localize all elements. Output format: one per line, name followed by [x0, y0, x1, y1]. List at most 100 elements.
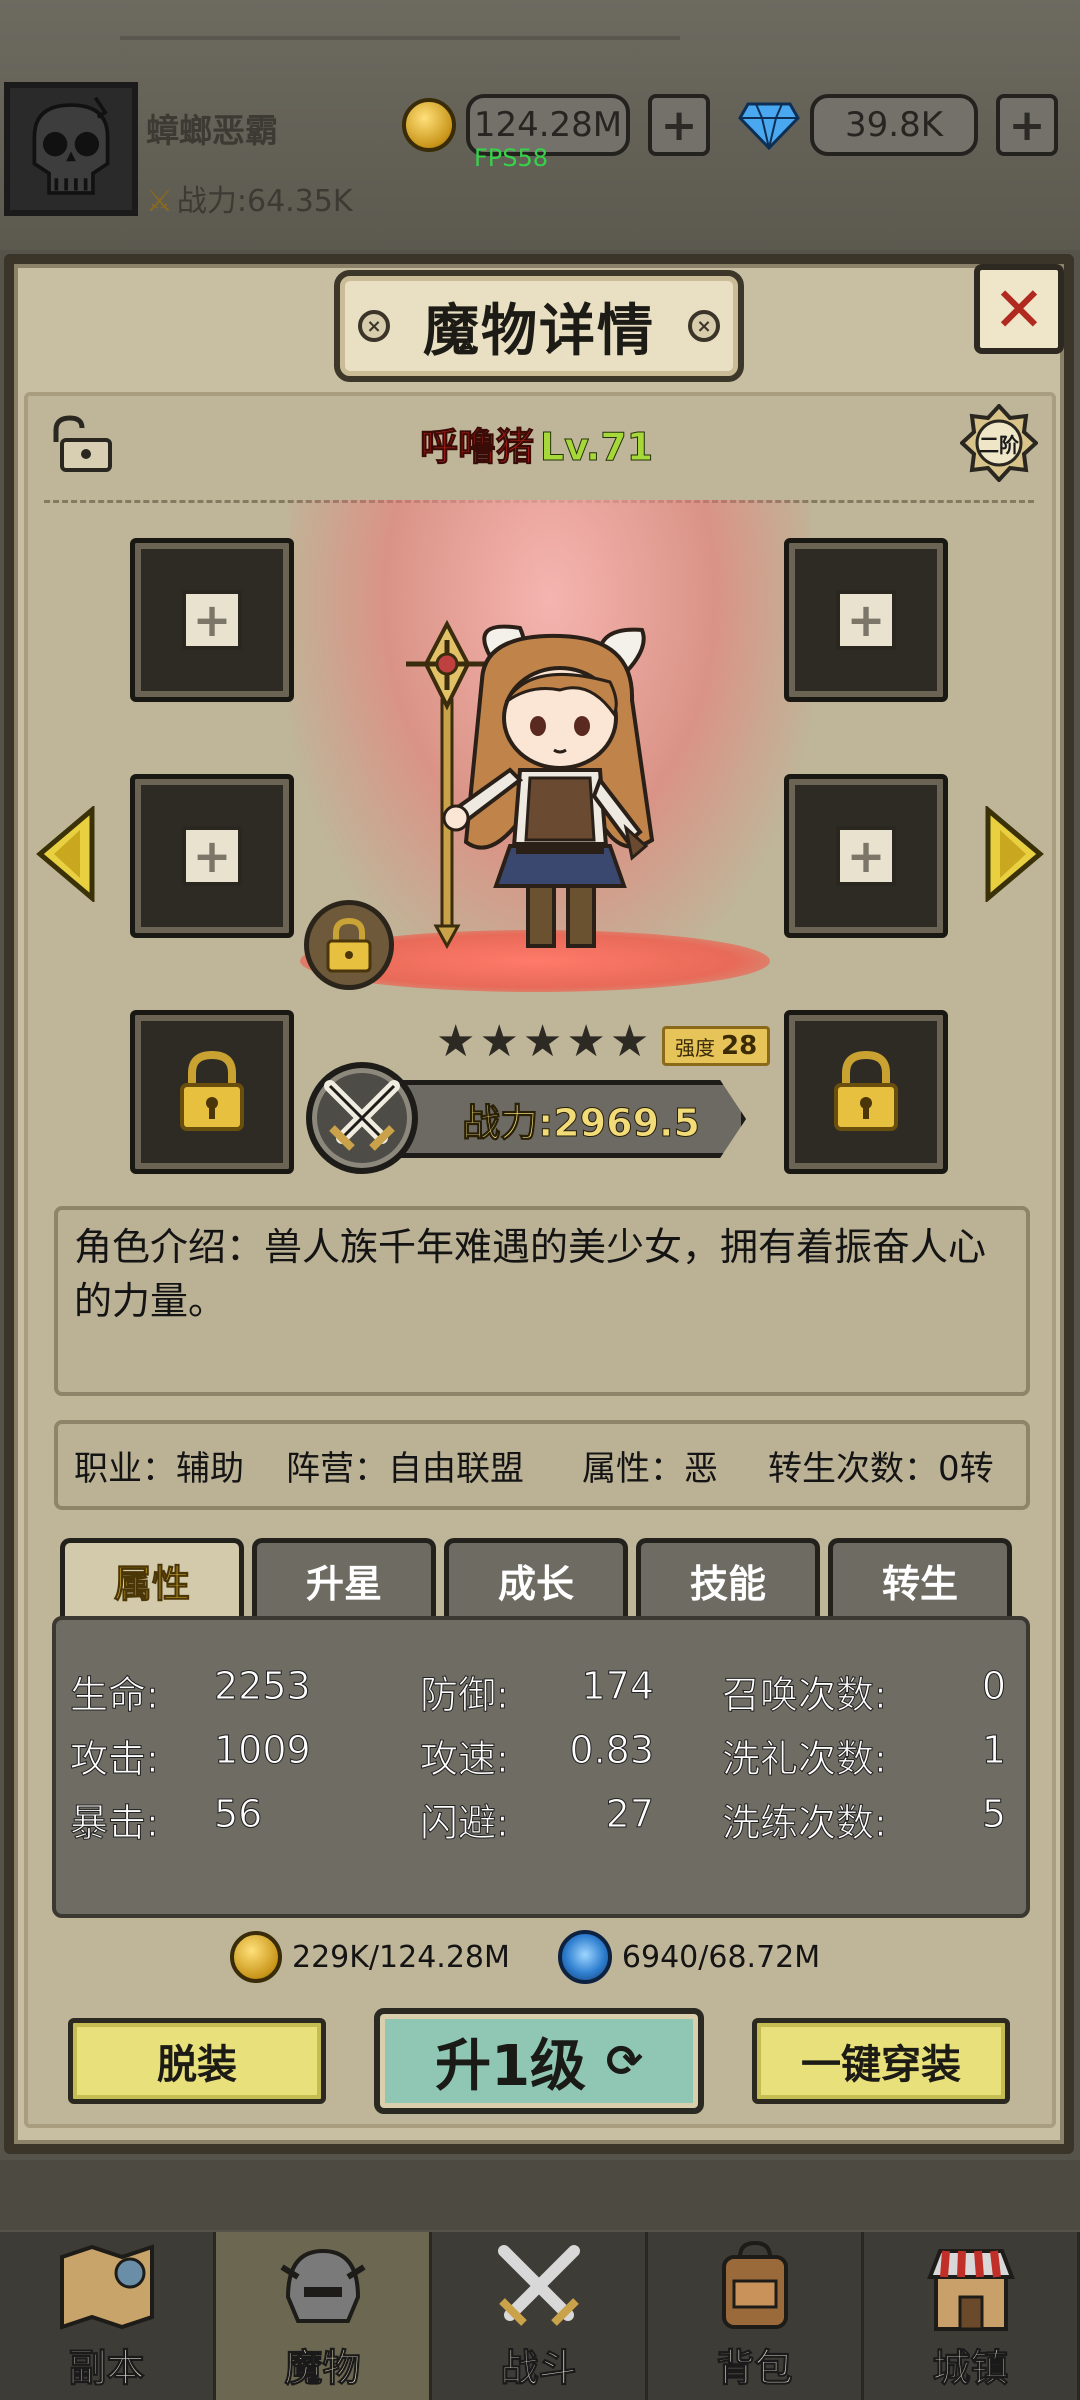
nav-dungeon[interactable]: 副本 — [0, 2232, 216, 2400]
equip-slot-locked-1[interactable] — [130, 1010, 294, 1174]
player-name: 蟑螂恶霸 — [146, 111, 278, 150]
diamond-icon — [738, 102, 800, 150]
player-power-text: 战力:64.35K — [176, 184, 353, 219]
equip-slot-locked-2[interactable] — [784, 1010, 948, 1174]
tier-badge: 二阶 — [960, 404, 1038, 482]
tab-rebirth[interactable]: 转生 — [828, 1538, 1012, 1618]
stat-crit-label: 暴击: — [70, 1801, 160, 1846]
player-avatar[interactable] — [4, 82, 138, 216]
bottom-navigation: 副本 魔物 战斗 背包 城镇 — [0, 2232, 1080, 2400]
stat-summon-label: 召唤次数: — [722, 1673, 888, 1718]
tab-attributes[interactable]: 属性 — [60, 1538, 244, 1618]
gold-coin-icon — [402, 98, 456, 152]
stat-hp-label: 生命: — [70, 1673, 160, 1718]
monster-level: Lv.71 — [540, 425, 654, 470]
stat-baptism-label: 洗礼次数: — [722, 1737, 888, 1782]
star-icon: ★ — [479, 1016, 519, 1067]
equip-slot-1[interactable]: + — [130, 538, 294, 702]
info-job: 职业：辅助 — [74, 1448, 244, 1489]
exp-orb-icon — [557, 1930, 612, 1984]
star-icon: ★ — [609, 1016, 650, 1067]
helmet-icon — [279, 2248, 366, 2323]
detail-tabs: 属性 升星 成长 技能 转生 — [60, 1538, 1012, 1618]
plus-icon: + — [836, 590, 896, 650]
nav-label: 战斗 — [500, 2346, 577, 2391]
exp-cost: 6940/68.72M — [621, 1939, 821, 1975]
stat-atk-value: 1009 — [214, 1728, 312, 1773]
crossed-swords-icon — [497, 2245, 580, 2326]
shop-icon — [926, 2249, 1015, 2331]
crossed-swords-icon — [324, 1080, 400, 1151]
upgrade-cost-row: 229K/124.28M 6940/68.72M — [230, 1930, 820, 1984]
strength-label: 强度 — [675, 1035, 715, 1060]
character-description: 角色介绍：兽人族千年难遇的美少女，拥有着振奋人心的力量。 — [54, 1206, 1030, 1396]
nav-label: 背包 — [716, 2346, 793, 2391]
monster-name-level: 呼噜猪 Lv.71 — [419, 416, 654, 471]
character-info-row: 职业：辅助 阵营：自由联盟 属性：恶 转生次数：0转 — [54, 1420, 1030, 1510]
stat-dodge-value: 27 — [605, 1792, 654, 1837]
nav-label: 城镇 — [932, 2346, 1009, 2391]
close-icon: ✕ — [993, 272, 1045, 346]
gold-coin-icon — [230, 1931, 282, 1983]
nav-town[interactable]: 城镇 — [864, 2232, 1080, 2400]
crossed-swords-badge — [306, 1062, 418, 1174]
strength-value: 28 — [721, 1031, 758, 1061]
crossed-swords-icon: ⚔ — [146, 184, 173, 219]
upgrade-level-button[interactable]: 升1级 ⟳ — [374, 2008, 704, 2114]
attribute-stats-panel: 生命: 2253 攻击: 1009 暴击: 56 防御: 174 攻速: 0.8… — [52, 1616, 1030, 1918]
close-button[interactable]: ✕ — [974, 264, 1064, 354]
unlock-icon[interactable] — [48, 414, 114, 474]
nav-bag[interactable]: 背包 — [648, 2232, 864, 2400]
diamond-amount: 39.8K — [810, 94, 978, 156]
monster-portrait — [406, 619, 655, 950]
refresh-icon: ⟳ — [606, 2035, 643, 2087]
stat-refine-label: 洗练次数: — [722, 1801, 888, 1846]
bolt-icon: × — [688, 310, 720, 342]
tab-star-up[interactable]: 升星 — [252, 1538, 436, 1618]
stat-baptism-value: 1 — [981, 1728, 1006, 1773]
portrait-lock-button[interactable] — [304, 900, 394, 990]
dialog-title: 魔物详情 — [423, 298, 655, 364]
map-icon — [59, 2244, 154, 2330]
stat-def-value: 174 — [581, 1664, 655, 1709]
monster-name: 呼噜猪 — [419, 425, 535, 470]
padlock-icon — [326, 917, 372, 973]
equip-slot-3[interactable]: + — [130, 774, 294, 938]
info-camp: 阵营：自由联盟 — [286, 1448, 524, 1489]
tab-skills[interactable]: 技能 — [636, 1538, 820, 1618]
stat-summon-value: 0 — [981, 1664, 1006, 1709]
combat-power-bar: 战力:2969.5 — [376, 1080, 746, 1158]
prev-monster-arrow[interactable] — [36, 806, 96, 902]
nav-monster[interactable]: 魔物 — [216, 2232, 432, 2400]
fps-counter: FPS58 — [474, 144, 549, 172]
stat-refine-value: 5 — [981, 1792, 1006, 1837]
nav-label: 副本 — [68, 2346, 145, 2391]
skull-icon — [10, 88, 132, 210]
next-monster-arrow[interactable] — [984, 806, 1044, 902]
star-icon: ★ — [566, 1016, 606, 1067]
nav-battle[interactable]: 战斗 — [432, 2232, 648, 2400]
add-gold-button[interactable]: + — [648, 94, 710, 156]
add-diamond-button[interactable]: + — [996, 94, 1058, 156]
bolt-icon: × — [358, 310, 390, 342]
gold-cost: 229K/124.28M — [292, 1939, 510, 1975]
star-icon: ★ — [436, 1016, 476, 1067]
stat-def-label: 防御: — [420, 1673, 510, 1718]
dialog-title-plate: × 魔物详情 × — [334, 270, 744, 382]
padlock-icon — [180, 1051, 244, 1131]
backpack-icon — [721, 2240, 788, 2329]
stat-atk-label: 攻击: — [70, 1737, 160, 1782]
plus-icon: + — [182, 826, 242, 886]
strength-badge: 强度 28 — [662, 1026, 771, 1066]
info-rebirth: 转生次数：0转 — [768, 1448, 994, 1489]
equip-slot-4[interactable]: + — [784, 774, 948, 938]
equip-slot-2[interactable]: + — [784, 538, 948, 702]
plus-icon: + — [836, 826, 896, 886]
unequip-button[interactable]: 脱装 — [68, 2018, 326, 2104]
tier-text: 二阶 — [979, 432, 1019, 457]
equip-all-button[interactable]: 一键穿装 — [752, 2018, 1010, 2104]
upgrade-label: 升1级 — [435, 2033, 587, 2099]
padlock-icon — [834, 1051, 898, 1131]
tab-growth[interactable]: 成长 — [444, 1538, 628, 1618]
info-attribute: 属性：恶 — [582, 1448, 718, 1489]
